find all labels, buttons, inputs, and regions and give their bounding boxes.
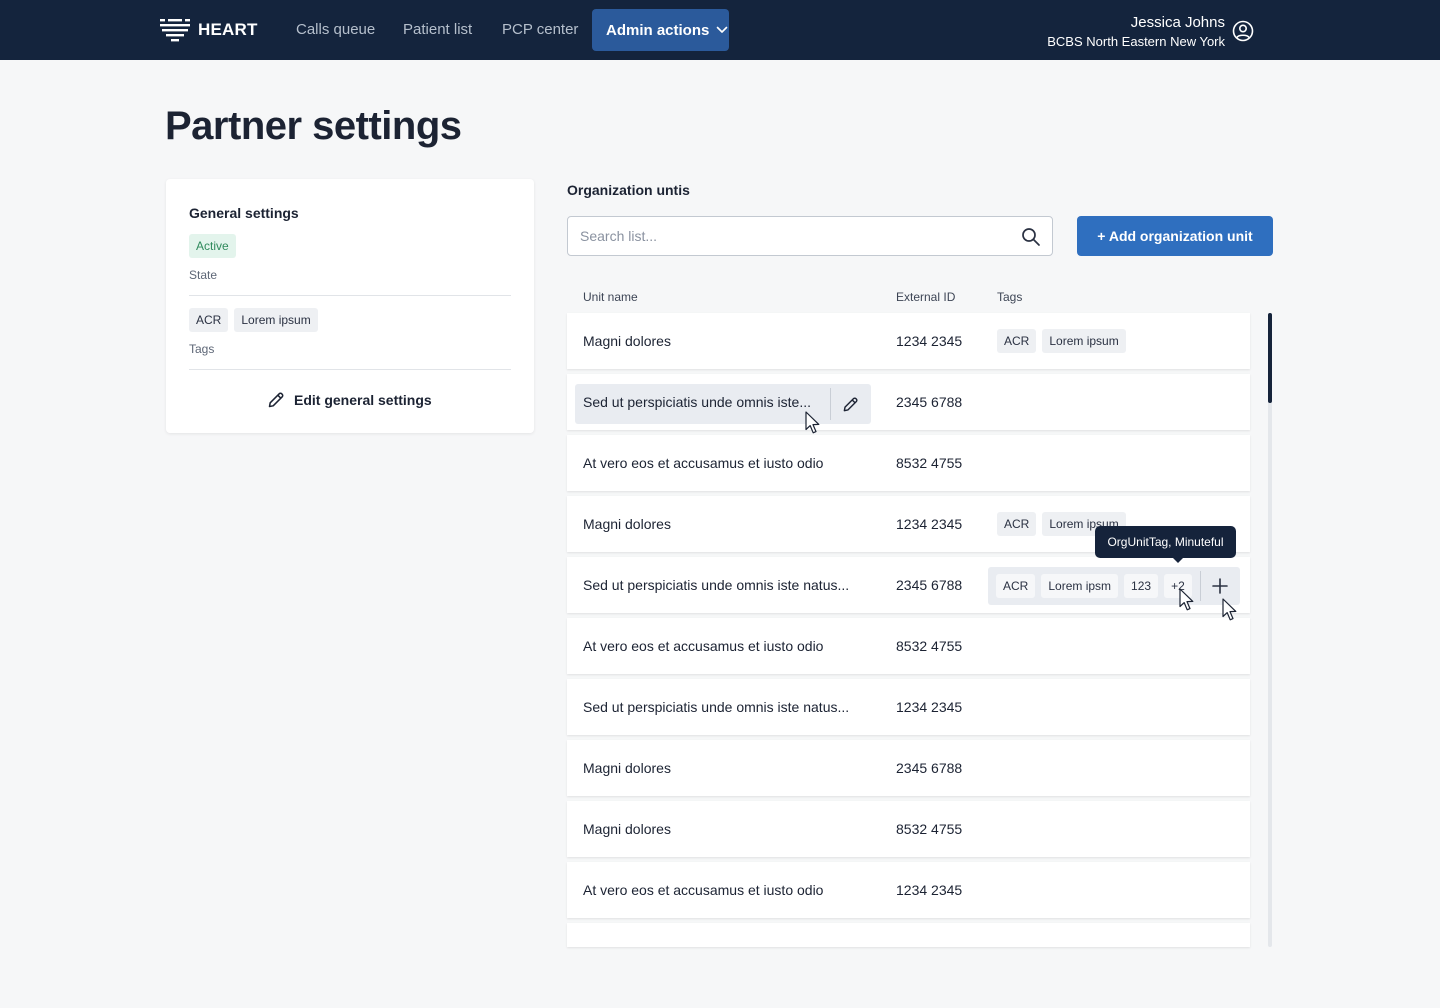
general-settings-title: General settings	[189, 205, 299, 221]
chevron-down-icon	[717, 26, 728, 33]
unit-name: Sed ut perspiciatis unde omnis iste natu…	[583, 699, 850, 715]
column-header-unit-name[interactable]: Unit name	[583, 290, 638, 304]
pencil-icon[interactable]	[842, 396, 859, 413]
unit-name: Sed ut perspiciatis unde omnis iste natu…	[583, 577, 850, 593]
table-row[interactable]: Magni dolores 2345 6788	[567, 740, 1250, 796]
mouse-cursor-icon	[1179, 588, 1194, 611]
tag: ACR	[997, 512, 1037, 536]
unit-name-edit-field[interactable]: Sed ut perspiciatis unde omnis iste...	[575, 384, 871, 424]
table-row[interactable]: At vero eos et accusamus et iusto odio 8…	[567, 435, 1250, 491]
external-id: 2345 6788	[896, 760, 963, 776]
column-header-external-id[interactable]: External ID	[896, 290, 955, 304]
heart-logo-icon	[160, 19, 190, 42]
tags-edit-field[interactable]: ACR Lorem ipsm 123 +2	[988, 567, 1240, 605]
table-row[interactable]: Magni dolores 1234 2345 ACR Lorem ipsum	[567, 313, 1250, 369]
row-tags: ACR Lorem ipsm 123 +2	[996, 574, 1192, 598]
edit-general-settings-button[interactable]: Edit general settings	[267, 391, 432, 409]
tag: ACR	[996, 574, 1036, 598]
user-circle-icon[interactable]	[1232, 20, 1254, 42]
state-badge: Active	[189, 234, 236, 258]
table-row[interactable]: Sed ut perspiciatis unde omnis iste natu…	[567, 679, 1250, 735]
table-row[interactable]: At vero eos et accusamus et iusto odio 8…	[567, 618, 1250, 674]
external-id: 2345 6788	[896, 394, 963, 410]
column-header-tags[interactable]: Tags	[997, 290, 1022, 304]
external-id: 1234 2345	[896, 516, 963, 532]
nav-item-pcp-center[interactable]: PCP center	[502, 21, 578, 38]
mouse-cursor-icon	[1222, 598, 1237, 621]
tags-tooltip: OrgUnitTag, Minuteful	[1095, 526, 1236, 563]
table-row[interactable]: Sed ut perspiciatis unde omnis iste... 2…	[567, 374, 1250, 430]
state-label: State	[189, 268, 218, 282]
scrollbar-track[interactable]	[1268, 313, 1272, 947]
unit-name: At vero eos et accusamus et iusto odio	[583, 455, 824, 471]
nav-item-patient-list[interactable]: Patient list	[403, 21, 472, 38]
scrollbar-thumb[interactable]	[1268, 313, 1272, 403]
user-name: Jessica Johns	[1130, 14, 1225, 31]
plus-icon[interactable]	[1212, 578, 1228, 594]
divider	[189, 369, 511, 370]
tags-label: Tags	[189, 342, 215, 356]
tag: ACR	[189, 308, 229, 332]
table-row[interactable]: At vero eos et accusamus et iusto odio 1…	[567, 862, 1250, 918]
external-id: 1234 2345	[896, 699, 963, 715]
divider	[189, 295, 511, 296]
external-id: 1234 2345	[896, 333, 963, 349]
top-navigation-bar: HEART Calls queue Patient list PCP cente…	[0, 0, 1440, 60]
row-tags: ACR Lorem ipsum	[997, 329, 1126, 353]
unit-name: At vero eos et accusamus et iusto odio	[583, 638, 824, 654]
unit-name: Magni dolores	[583, 760, 671, 776]
tag: Lorem ipsum	[1042, 329, 1126, 353]
divider	[1200, 571, 1201, 601]
nav-item-admin-actions[interactable]: Admin actions	[592, 9, 729, 51]
tag: Lorem ipsm	[1041, 574, 1119, 598]
unit-name: Sed ut perspiciatis unde omnis iste...	[583, 394, 812, 410]
external-id: 2345 6788	[896, 577, 963, 593]
admin-actions-label: Admin actions	[606, 21, 710, 39]
unit-name: Magni dolores	[583, 821, 671, 837]
unit-name: Magni dolores	[583, 516, 671, 532]
add-organization-unit-button[interactable]: + Add organization unit	[1077, 216, 1273, 256]
edit-general-settings-label: Edit general settings	[294, 392, 432, 408]
general-settings-card: General settings Active State ACR Lorem …	[166, 179, 534, 433]
tag: ACR	[997, 329, 1037, 353]
search-icon[interactable]	[1021, 227, 1041, 247]
page-title: Partner settings	[165, 104, 462, 148]
brand-name: HEART	[198, 20, 258, 39]
tag: 123	[1124, 574, 1159, 598]
pencil-icon	[268, 392, 284, 408]
divider	[830, 388, 831, 420]
tag: Lorem ipsum	[234, 308, 318, 332]
unit-name: At vero eos et accusamus et iusto odio	[583, 882, 824, 898]
table-row[interactable]: Sed ut perspiciatis unde omnis iste natu…	[567, 557, 1250, 613]
general-tags: ACR Lorem ipsum	[189, 308, 318, 332]
unit-name: Magni dolores	[583, 333, 671, 349]
mouse-cursor-icon	[805, 411, 820, 434]
search-box	[567, 216, 1053, 256]
table-row[interactable]	[567, 923, 1250, 947]
external-id: 1234 2345	[896, 882, 963, 898]
search-input[interactable]	[569, 218, 1009, 254]
external-id: 8532 4755	[896, 638, 963, 654]
heart-logo[interactable]: HEART	[160, 17, 258, 43]
organization-units-title: Organization untis	[567, 182, 690, 198]
external-id: 8532 4755	[896, 821, 963, 837]
user-organization: BCBS North Eastern New York	[1047, 34, 1225, 49]
nav-item-calls-queue[interactable]: Calls queue	[296, 21, 375, 38]
table-row[interactable]: Magni dolores 8532 4755	[567, 801, 1250, 857]
external-id: 8532 4755	[896, 455, 963, 471]
